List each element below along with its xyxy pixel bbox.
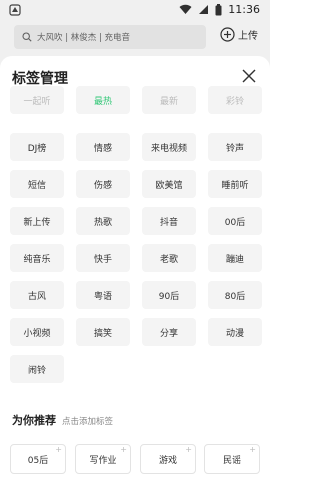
recommend-tag-label: 民谣 bbox=[222, 455, 241, 466]
tag-item[interactable]: 抖音 bbox=[142, 207, 196, 235]
tag-item[interactable]: 80后 bbox=[208, 281, 262, 309]
tag-item[interactable]: 一起听 bbox=[10, 86, 64, 114]
plus-circle-icon bbox=[220, 27, 235, 42]
tag-item[interactable]: 短信 bbox=[10, 170, 64, 198]
tag-item[interactable]: 纯音乐 bbox=[10, 244, 64, 272]
wifi-icon bbox=[179, 4, 192, 14]
tag-item[interactable]: 彩铃 bbox=[208, 86, 262, 114]
tag-item[interactable]: 伤感 bbox=[76, 170, 130, 198]
tag-item[interactable]: DJ榜 bbox=[10, 133, 64, 161]
tag-management-sheet: 标签管理 一起听 最热 最新 彩铃 DJ榜 情感 来电视频 铃声短信 伤感 欧美馆 睡前听新上传 热歌… bbox=[0, 56, 270, 480]
recommend-tag-label: 游戏 bbox=[158, 455, 177, 466]
recommend-tag[interactable]: 民谣 + bbox=[204, 444, 260, 474]
tag-item[interactable]: 睡前听 bbox=[208, 170, 262, 198]
plus-icon: + bbox=[120, 445, 127, 454]
tag-item[interactable]: 来电视频 bbox=[142, 133, 196, 161]
recommend-subtitle: 点击添加标签 bbox=[62, 417, 114, 427]
tag-item[interactable]: 快手 bbox=[76, 244, 130, 272]
recommend-tag[interactable]: 游戏 + bbox=[140, 444, 196, 474]
tag-item[interactable]: 老歌 bbox=[142, 244, 196, 272]
recommend-header: 为你推荐 点击添加标签 bbox=[12, 412, 113, 428]
recommend-title: 为你推荐 bbox=[12, 414, 56, 427]
tag-item[interactable]: 动漫 bbox=[208, 318, 262, 346]
tag-item[interactable]: 最新 bbox=[142, 86, 196, 114]
tag-item[interactable]: 小视频 bbox=[10, 318, 64, 346]
tag-item[interactable]: 90后 bbox=[142, 281, 196, 309]
status-time: 11:36 bbox=[228, 3, 260, 16]
signal-icon bbox=[199, 5, 209, 14]
recommend-tag[interactable]: 写作业 + bbox=[75, 444, 131, 474]
tag-item[interactable]: 分享 bbox=[142, 318, 196, 346]
recommend-tag[interactable]: 05后 + bbox=[10, 444, 66, 474]
tag-item[interactable]: 搞笑 bbox=[76, 318, 130, 346]
recommend-tag-label: 05后 bbox=[27, 455, 49, 466]
tag-item[interactable]: 新上传 bbox=[10, 207, 64, 235]
app-notification-icon bbox=[9, 4, 21, 16]
recommend-tag-label: 写作业 bbox=[89, 455, 117, 466]
tag-item[interactable]: 00后 bbox=[208, 207, 262, 235]
search-placeholder: 大风吹 | 林俊杰 | 充电音 bbox=[37, 33, 131, 43]
tag-item[interactable]: 情感 bbox=[76, 133, 130, 161]
tag-item[interactable]: 粤语 bbox=[76, 281, 130, 309]
plus-icon: + bbox=[55, 445, 62, 454]
close-icon[interactable] bbox=[240, 67, 258, 85]
upload-button[interactable]: 上传 bbox=[220, 27, 258, 42]
tag-item[interactable]: 欧美馆 bbox=[142, 170, 196, 198]
sheet-title: 标签管理 bbox=[12, 71, 68, 87]
app-header: 大风吹 | 林俊杰 | 充电音 上传 bbox=[0, 22, 270, 50]
battery-icon bbox=[215, 3, 222, 15]
upload-label: 上传 bbox=[238, 31, 258, 42]
plus-icon: + bbox=[185, 445, 192, 454]
tag-item[interactable]: 热歌 bbox=[76, 207, 130, 235]
tag-item[interactable]: 最热 bbox=[76, 86, 130, 114]
tag-item[interactable]: 闹铃 bbox=[10, 355, 64, 383]
tag-item[interactable]: 铃声 bbox=[208, 133, 262, 161]
status-bar: 11:36 bbox=[0, 0, 270, 22]
tag-item[interactable]: 蹦迪 bbox=[208, 244, 262, 272]
tag-item[interactable]: 古风 bbox=[10, 281, 64, 309]
plus-icon: + bbox=[249, 445, 256, 454]
search-icon bbox=[22, 32, 32, 42]
search-bar[interactable]: 大风吹 | 林俊杰 | 充电音 bbox=[14, 25, 206, 49]
